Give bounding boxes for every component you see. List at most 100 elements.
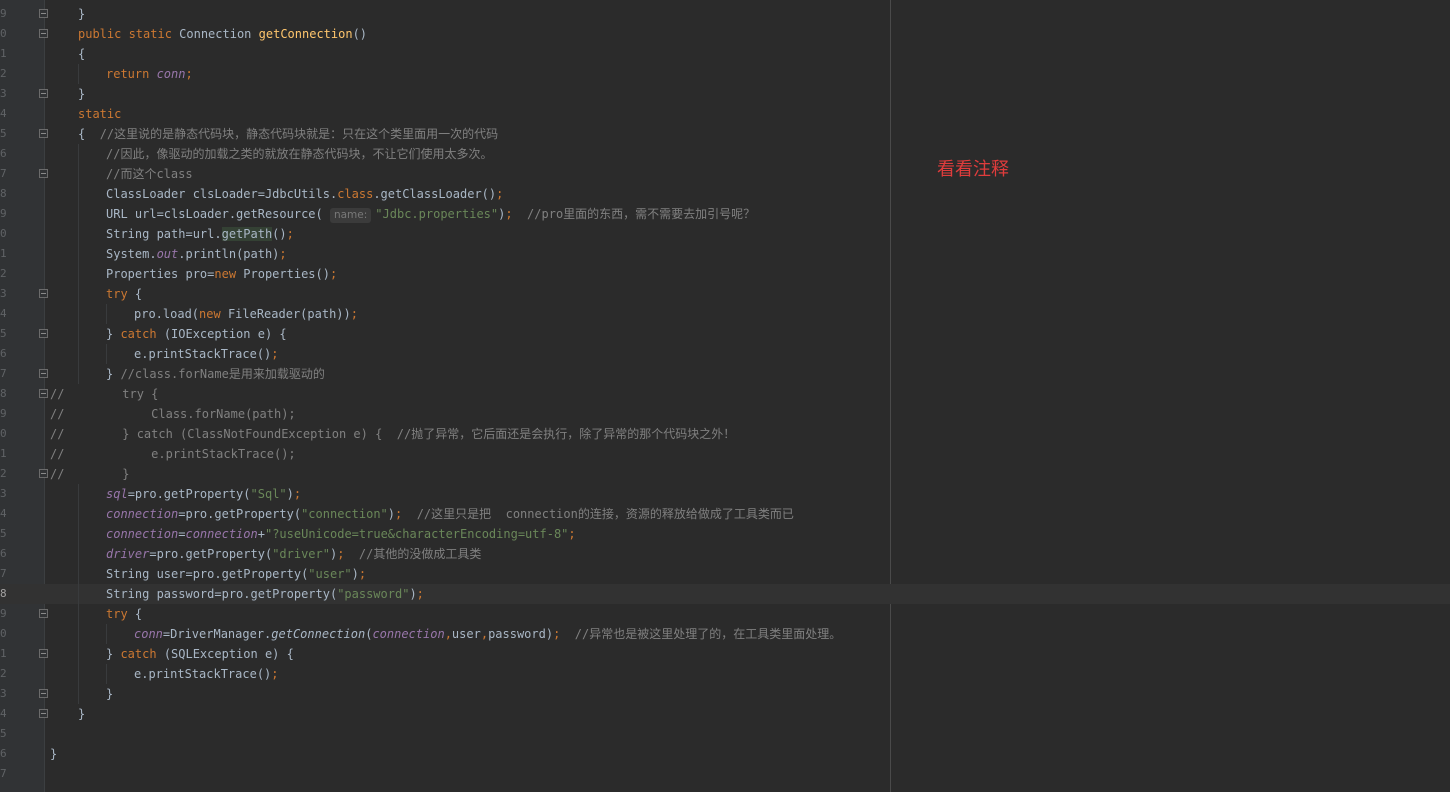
code-line[interactable]: 7 //而这个class (0, 164, 1450, 184)
code-text: } (50, 744, 57, 764)
line-number: 5 (0, 327, 7, 340)
line-number: 1 (0, 47, 7, 60)
code-token: ; (271, 667, 279, 681)
code-token: // } (50, 467, 130, 481)
code-line[interactable]: 6 driver=pro.getProperty("driver"); //其他的… (0, 544, 1450, 564)
code-line[interactable]: 2 Properties pro=new Properties(); (0, 264, 1450, 284)
code-line[interactable]: 1 System.out.println(path); (0, 244, 1450, 264)
fold-toggle-icon[interactable] (39, 469, 48, 478)
code-token: //class.forName是用来加载驱动的 (120, 367, 325, 381)
code-line[interactable]: 5 (0, 724, 1450, 744)
code-line[interactable]: 3 try { (0, 284, 1450, 304)
code-token: //因此，像驱动的加载之类的就放在静态代码块，不让它们使用太多次。 (106, 147, 493, 161)
code-text: } (78, 704, 85, 724)
fold-toggle-icon[interactable] (39, 609, 48, 618)
fold-toggle-icon[interactable] (39, 169, 48, 178)
code-line[interactable]: 7 String user=pro.getProperty("user"); (0, 564, 1450, 584)
code-text: // } (50, 464, 129, 484)
line-number: 5 (0, 527, 7, 540)
code-line[interactable]: 0 public static Connection getConnection(… (0, 24, 1450, 44)
code-line[interactable]: 4} (0, 704, 1450, 724)
fold-toggle-icon[interactable] (39, 709, 48, 718)
code-line[interactable]: 4 pro.load(new FileReader(path)); (0, 304, 1450, 324)
code-line[interactable]: 0 String path=url.getPath(); (0, 224, 1450, 244)
code-line[interactable]: 8 String password=pro.getProperty("passwo… (0, 584, 1450, 604)
code-line[interactable]: 5 { //这里说的是静态代码块，静态代码块就是：只在这个类里面用一次的代码 (0, 124, 1450, 144)
code-line[interactable]: 2 e.printStackTrace(); (0, 664, 1450, 684)
indent-guide (78, 584, 79, 604)
code-token: { (78, 47, 86, 61)
code-line[interactable]: 6 //因此，像驱动的加载之类的就放在静态代码块，不让它们使用太多次。 (0, 144, 1450, 164)
code-token: //pro里面的东西，需不需要去加引号呢？ (527, 207, 756, 221)
code-token: ; (350, 307, 358, 321)
fold-toggle-icon[interactable] (39, 329, 48, 338)
code-line[interactable]: 3 sql=pro.getProperty("Sql"); (0, 484, 1450, 504)
fold-toggle-icon[interactable] (39, 689, 48, 698)
code-token: { (134, 287, 143, 301)
code-token: connection (106, 507, 179, 521)
fold-toggle-icon[interactable] (39, 289, 48, 298)
line-number: 2 (0, 667, 7, 680)
fold-toggle-icon[interactable] (39, 369, 48, 378)
code-token: return (106, 67, 157, 81)
code-line[interactable]: 2 // } (0, 464, 1450, 484)
code-line[interactable]: 9} (0, 4, 1450, 24)
code-text: // } catch (ClassNotFoundException e) { … (50, 424, 735, 444)
code-line[interactable]: 5 connection=connection+"?useUnicode=true… (0, 524, 1450, 544)
indent-guide (78, 144, 79, 164)
code-token: conn (134, 627, 163, 641)
code-line[interactable]: 6} (0, 744, 1450, 764)
code-line[interactable]: 9 // Class.forName(path); (0, 404, 1450, 424)
code-line[interactable]: 8 // try { (0, 384, 1450, 404)
line-number: 9 (0, 407, 7, 420)
line-number: 8 (0, 587, 7, 600)
line-number: 2 (0, 267, 7, 280)
code-line[interactable]: 1 // e.printStackTrace(); (0, 444, 1450, 464)
code-line[interactable]: 2 return conn; (0, 64, 1450, 84)
fold-toggle-icon[interactable] (39, 9, 48, 18)
fold-toggle-icon[interactable] (39, 649, 48, 658)
indent-guide (78, 264, 79, 284)
code-token: connection (185, 527, 258, 541)
code-line[interactable]: 4 static (0, 104, 1450, 124)
indent-guide (78, 64, 79, 84)
code-token: ; (329, 267, 338, 281)
code-line[interactable]: 8 ClassLoader clsLoader=JdbcUtils.class.g… (0, 184, 1450, 204)
fold-toggle-icon[interactable] (39, 89, 48, 98)
code-line[interactable]: 9 URL url=clsLoader.getResource( name: "Jd… (0, 204, 1450, 224)
line-number: 1 (0, 647, 7, 660)
code-line[interactable]: 9 try { (0, 604, 1450, 624)
code-token: ; (286, 227, 294, 241)
code-line[interactable]: 5 } catch (IOException e) { (0, 324, 1450, 344)
code-line[interactable]: 1{ (0, 44, 1450, 64)
fold-toggle-icon[interactable] (39, 29, 48, 38)
code-token: try (106, 287, 135, 301)
indent-guide (78, 164, 79, 184)
code-token: getConnection (271, 627, 366, 641)
line-number: 7 (0, 367, 7, 380)
code-text: } //class.forName是用来加载驱动的 (106, 364, 325, 384)
code-line[interactable]: 6 e.printStackTrace(); (0, 344, 1450, 364)
code-text: String password=pro.getProperty("passwor… (106, 584, 424, 604)
fold-toggle-icon[interactable] (39, 129, 48, 138)
code-line[interactable]: 7 (0, 764, 1450, 784)
code-text: } catch (IOException e) { (106, 324, 287, 344)
code-line[interactable]: 7 } //class.forName是用来加载驱动的 (0, 364, 1450, 384)
code-line[interactable]: 3} (0, 684, 1450, 704)
indent-guide (78, 644, 79, 664)
code-line[interactable]: 0 conn=DriverManager.getConnection(connec… (0, 624, 1450, 644)
code-line[interactable]: 3} (0, 84, 1450, 104)
code-editor[interactable]: 9} 0 public static Connection getConnectio… (0, 4, 1450, 784)
code-line[interactable]: 0 // } catch (ClassNotFoundException e) {… (0, 424, 1450, 444)
code-line[interactable]: 1} catch (SQLException e) { (0, 644, 1450, 664)
code-text: e.printStackTrace(); (134, 344, 279, 364)
indent-guide (78, 304, 79, 324)
line-number: 6 (0, 747, 7, 760)
code-line[interactable]: 4 connection=pro.getProperty("connection"… (0, 504, 1450, 524)
indent-guide (106, 624, 107, 644)
code-text: { (78, 44, 85, 64)
code-token: // try { (50, 387, 159, 401)
code-token: Connection (179, 27, 259, 41)
fold-toggle-icon[interactable] (39, 389, 48, 398)
code-text: //而这个class (106, 164, 193, 184)
